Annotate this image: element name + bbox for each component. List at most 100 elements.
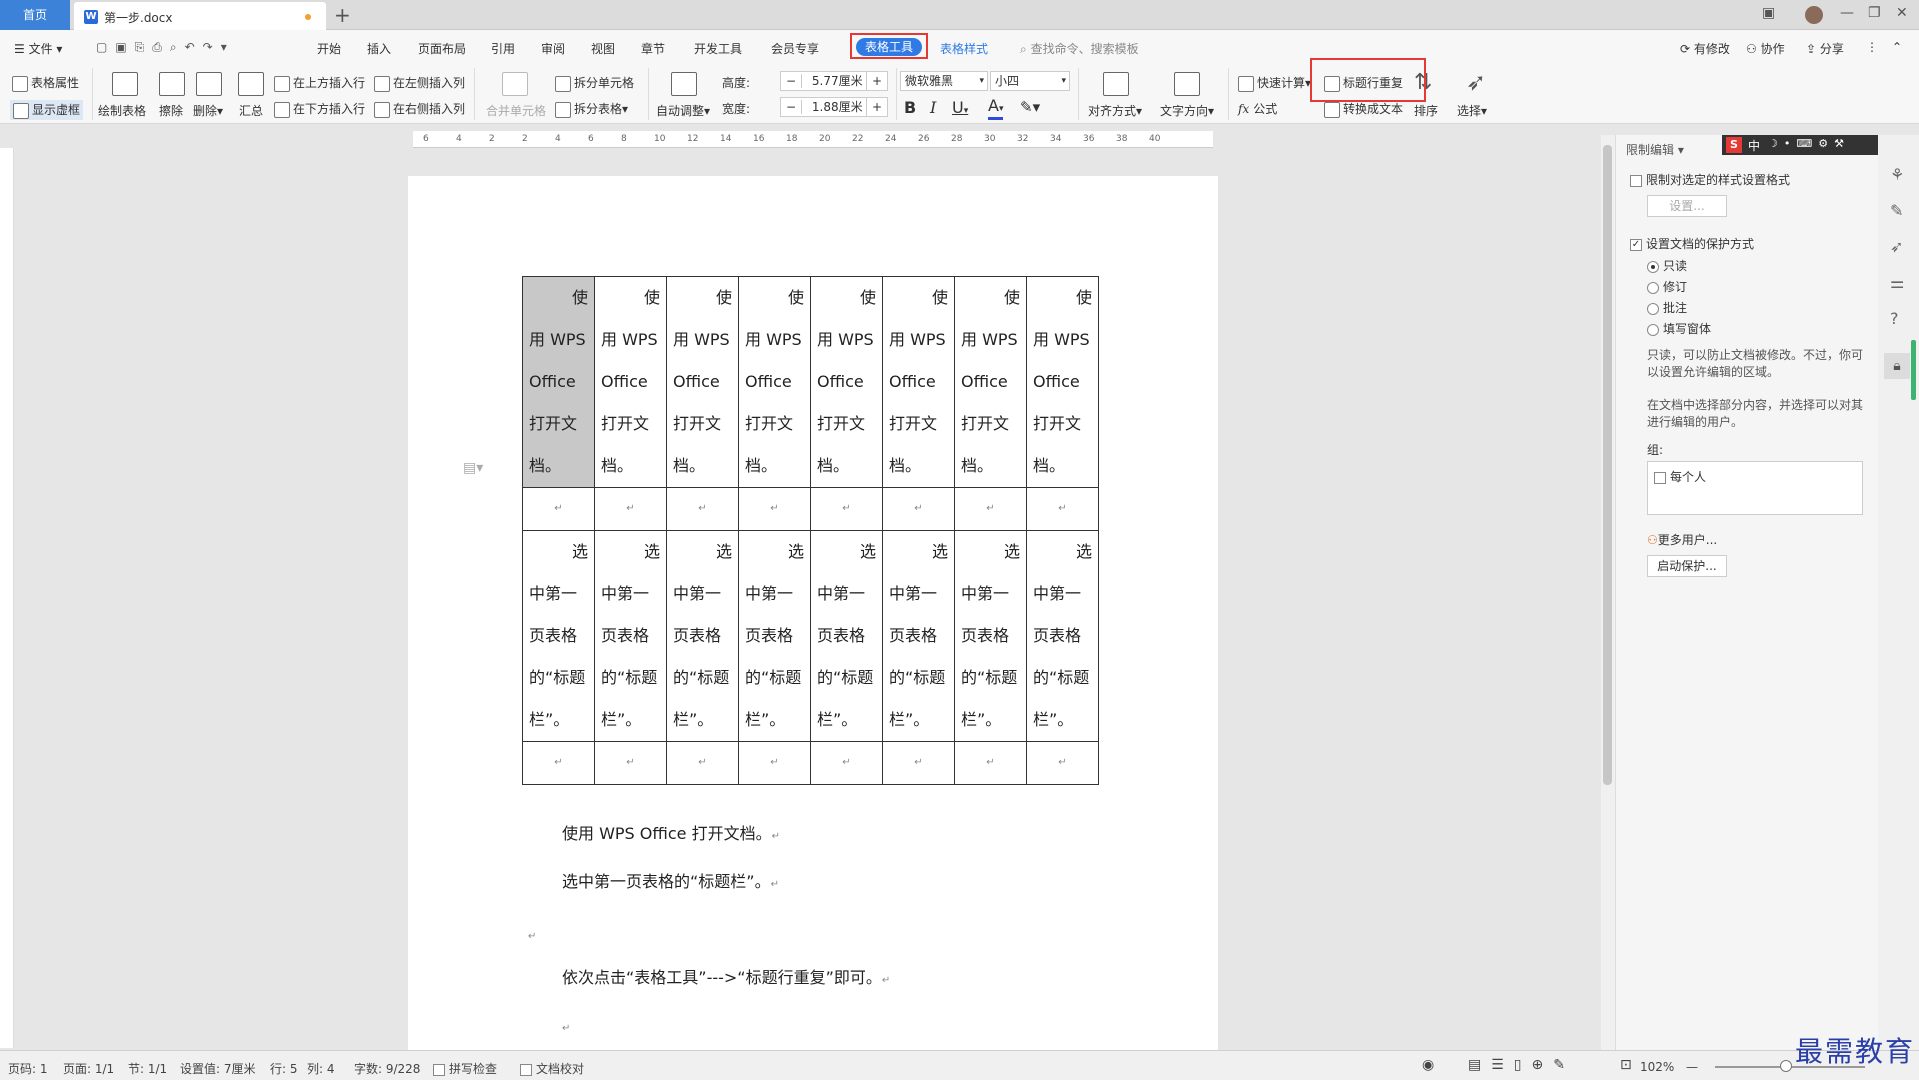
table-cell[interactable]: 选中第一 页表格 的“标题 栏”。: [882, 530, 955, 742]
table-cell[interactable]: 选中第一 页表格 的“标题 栏”。: [810, 530, 883, 742]
home-tab[interactable]: 首页: [0, 0, 70, 30]
everyone-checkbox[interactable]: 每个人: [1654, 468, 1706, 485]
width-spinner[interactable]: − 1.88厘米 +: [780, 97, 888, 117]
vertical-ruler[interactable]: [0, 148, 14, 1048]
menu-member[interactable]: 会员专享: [771, 40, 819, 57]
table-cell[interactable]: ↵: [954, 741, 1027, 785]
collaborate-button[interactable]: ⚇ 协作: [1746, 40, 1785, 57]
option-revision[interactable]: 修订: [1647, 278, 1687, 295]
show-gridlines-button[interactable]: 显示虚框: [10, 100, 84, 120]
file-menu[interactable]: ☰ 文件 ▾: [14, 40, 62, 57]
more-users-link[interactable]: ⚇更多用户...: [1647, 531, 1717, 548]
help-icon[interactable]: ?: [1890, 309, 1899, 328]
menu-page-layout[interactable]: 页面布局: [418, 40, 466, 57]
empty-paragraph[interactable]: ↵: [528, 924, 536, 943]
avatar[interactable]: [1805, 6, 1823, 24]
table-cell[interactable]: 使用 WPS Office 打开文 档。: [522, 276, 595, 488]
table-cell[interactable]: ↵: [882, 741, 955, 785]
paragraph-3[interactable]: 依次点击“表格工具”--->“标题行重复”即可。↵: [562, 964, 890, 988]
style-icon[interactable]: ⚘: [1890, 165, 1904, 184]
zoom-out-icon[interactable]: —: [1686, 1060, 1698, 1074]
highlight-icon[interactable]: ✎▾: [1020, 98, 1040, 116]
spell-check-button[interactable]: 拼写检查: [433, 1060, 497, 1077]
paragraph-1[interactable]: 使用 WPS Office 打开文档。↵: [562, 820, 780, 844]
table-cell[interactable]: 选中第一 页表格 的“标题 栏”。: [954, 530, 1027, 742]
status-col[interactable]: 列: 4: [307, 1060, 335, 1077]
status-word-count[interactable]: 字数: 9/228: [354, 1060, 420, 1077]
table-cell[interactable]: ↵: [738, 487, 811, 531]
menu-review[interactable]: 审阅: [541, 40, 565, 57]
table-cell[interactable]: ↵: [1026, 487, 1099, 531]
table-cell[interactable]: 使用 WPS Office 打开文 档。: [1026, 276, 1099, 488]
fit-page-icon[interactable]: ⊡: [1620, 1057, 1632, 1073]
paragraph-options-icon[interactable]: ▤▾: [463, 460, 483, 476]
convert-to-text-button[interactable]: 转换成文本: [1324, 100, 1403, 118]
table-cell[interactable]: 使用 WPS Office 打开文 档。: [954, 276, 1027, 488]
table-cell[interactable]: 使用 WPS Office 打开文 档。: [882, 276, 955, 488]
status-setting[interactable]: 设置值: 7厘米: [180, 1060, 256, 1077]
window-layout-icon[interactable]: ▣: [1762, 5, 1775, 21]
delete-button[interactable]: 删除▾: [193, 102, 223, 119]
draw-table-button[interactable]: 绘制表格: [98, 102, 146, 119]
table-cell[interactable]: ↵: [738, 741, 811, 785]
table-properties-button[interactable]: 表格属性: [12, 74, 79, 92]
table-cell[interactable]: 使用 WPS Office 打开文 档。: [810, 276, 883, 488]
menu-developer[interactable]: 开发工具: [694, 40, 742, 57]
table-cell[interactable]: ↵: [666, 487, 739, 531]
table-cell[interactable]: ↵: [594, 487, 667, 531]
text-direction-button[interactable]: 文字方向▾: [1160, 102, 1214, 119]
table-cell[interactable]: ↵: [594, 741, 667, 785]
menu-references[interactable]: 引用: [491, 40, 515, 57]
pen-icon[interactable]: ✎: [1890, 201, 1903, 220]
align-button[interactable]: 对齐方式▾: [1088, 102, 1142, 119]
option-comment[interactable]: 批注: [1647, 299, 1687, 316]
menu-table-tools[interactable]: 表格工具: [856, 38, 922, 56]
lock-icon[interactable]: 🔒︎: [1884, 353, 1910, 379]
paragraph-2[interactable]: 选中第一页表格的“标题栏”。↵: [562, 868, 779, 892]
option-readonly[interactable]: 只读: [1647, 257, 1687, 274]
group-list[interactable]: 每个人: [1647, 461, 1863, 515]
font-size-select[interactable]: 小四 ▾: [990, 71, 1070, 91]
start-protect-button[interactable]: 启动保护...: [1647, 555, 1727, 577]
limit-format-checkbox[interactable]: 限制对选定的样式设置格式: [1630, 171, 1790, 188]
status-row[interactable]: 行: 5: [270, 1060, 298, 1077]
panel-title[interactable]: 限制编辑 ▾: [1626, 141, 1684, 158]
table-cell[interactable]: ↵: [810, 741, 883, 785]
table-cell[interactable]: 选中第一 页表格 的“标题 栏”。: [522, 530, 595, 742]
option-form[interactable]: 填写窗体: [1647, 320, 1711, 337]
table-cell[interactable]: ↵: [666, 741, 739, 785]
status-page-number[interactable]: 页码: 1: [8, 1060, 48, 1077]
document-tab[interactable]: W 第一步.docx: [74, 2, 326, 30]
menu-insert[interactable]: 插入: [367, 40, 391, 57]
eye-protect-icon[interactable]: ◉: [1422, 1057, 1434, 1073]
height-decrease-icon[interactable]: −: [781, 74, 803, 88]
table-cell[interactable]: ↵: [522, 741, 595, 785]
menu-chapter[interactable]: 章节: [641, 40, 665, 57]
width-decrease-icon[interactable]: −: [781, 100, 803, 114]
settings-button[interactable]: 设置...: [1647, 195, 1727, 217]
vertical-scrollbar[interactable]: [1601, 135, 1615, 1050]
width-increase-icon[interactable]: +: [865, 98, 887, 116]
table-cell[interactable]: 使用 WPS Office 打开文 档。: [738, 276, 811, 488]
zoom-level[interactable]: 102%: [1640, 1060, 1674, 1074]
height-spinner[interactable]: − 5.77厘米 +: [780, 71, 888, 91]
table-cell[interactable]: 选中第一 页表格 的“标题 栏”。: [738, 530, 811, 742]
zoom-slider-handle[interactable]: [1780, 1060, 1792, 1072]
table-cell[interactable]: 使用 WPS Office 打开文 档。: [594, 276, 667, 488]
split-table-button[interactable]: 拆分表格▾: [555, 100, 628, 118]
status-pages[interactable]: 页面: 1/1: [63, 1060, 114, 1077]
table-cell[interactable]: 选中第一 页表格 的“标题 栏”。: [594, 530, 667, 742]
view-mode-icons[interactable]: ▤☰▯⊕✎: [1468, 1057, 1575, 1073]
new-tab-button[interactable]: +: [334, 3, 351, 27]
table-cell[interactable]: ↵: [954, 487, 1027, 531]
horizontal-ruler[interactable]: 6 4 2 2 4 6 8 10 12 14 16 18 20 22 24 26 28 30 32 34 36 38 40: [413, 131, 1213, 148]
erase-button[interactable]: 擦除: [159, 102, 183, 119]
formula-button[interactable]: fx 公式: [1238, 100, 1277, 117]
table-cell[interactable]: ↵: [522, 487, 595, 531]
restore-icon[interactable]: ❐: [1868, 5, 1881, 21]
scrollbar-thumb[interactable]: [1603, 145, 1612, 785]
insert-col-right-button[interactable]: 在右侧插入列: [374, 100, 465, 118]
height-increase-icon[interactable]: +: [865, 72, 887, 90]
menu-start[interactable]: 开始: [317, 40, 341, 57]
italic-button[interactable]: I: [930, 98, 936, 117]
